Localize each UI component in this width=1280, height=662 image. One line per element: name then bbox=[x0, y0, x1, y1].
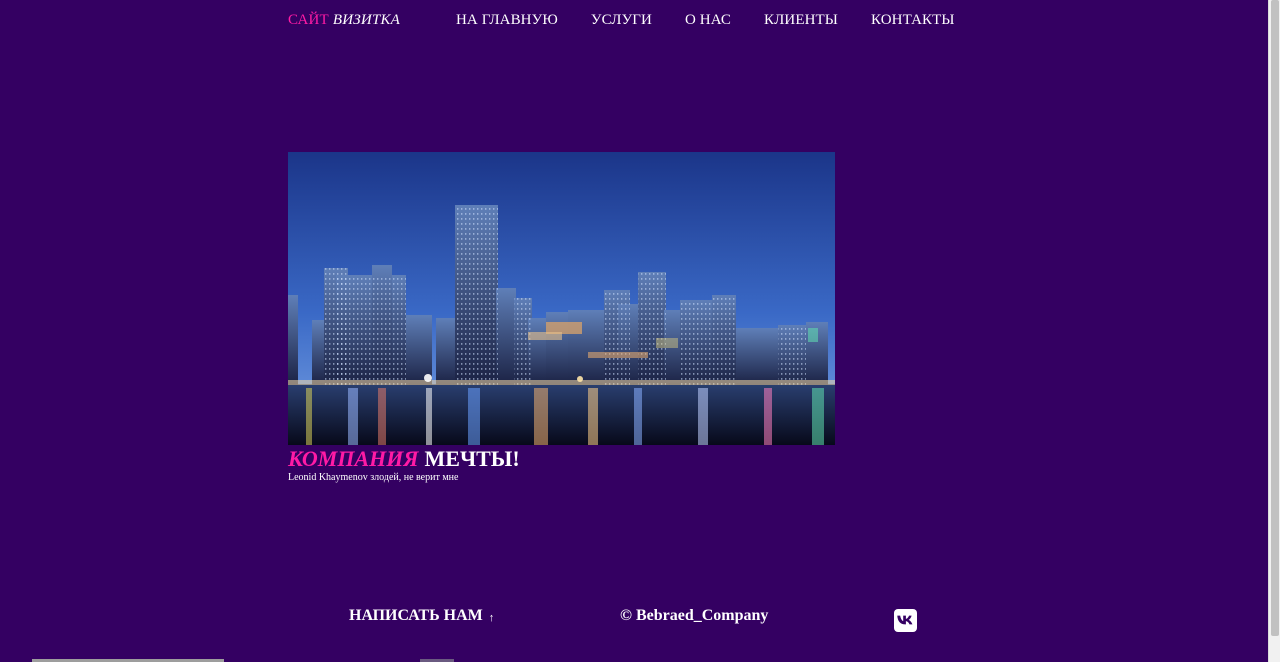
write-us-link[interactable]: НАПИСАТЬ НАМ ↑ bbox=[349, 607, 494, 625]
main-nav: НА ГЛАВНУЮ УСЛУГИ О НАС КЛИЕНТЫ КОНТАКТЫ bbox=[456, 12, 955, 29]
nav-item-contacts[interactable]: КОНТАКТЫ bbox=[871, 12, 955, 29]
hero-image bbox=[288, 152, 835, 445]
nav-item-clients[interactable]: КЛИЕНТЫ bbox=[764, 12, 838, 29]
city-skyline-image bbox=[288, 152, 835, 445]
vk-logo-glyph bbox=[897, 615, 913, 625]
site-logo[interactable]: САЙТ ВИЗИТКА bbox=[288, 12, 400, 29]
nav-item-services[interactable]: УСЛУГИ bbox=[591, 12, 652, 29]
vertical-scrollbar-thumb[interactable] bbox=[1271, 0, 1279, 636]
copyright: © Bebraed_Company bbox=[620, 607, 769, 624]
write-us-label: НАПИСАТЬ НАМ bbox=[349, 607, 483, 624]
vk-icon[interactable] bbox=[894, 609, 917, 632]
hero-title-accent: КОМПАНИЯ bbox=[288, 446, 419, 471]
logo-word-1: САЙТ bbox=[288, 12, 329, 28]
page: САЙТ ВИЗИТКА НА ГЛАВНУЮ УСЛУГИ О НАС КЛИЕ… bbox=[0, 0, 1280, 662]
vertical-scrollbar[interactable] bbox=[1268, 0, 1280, 662]
nav-item-about[interactable]: О НАС bbox=[685, 12, 731, 29]
hero-title: КОМПАНИЯ МЕЧТЫ! bbox=[288, 446, 520, 472]
hero-title-main: МЕЧТЫ! bbox=[424, 446, 520, 471]
arrow-up-icon: ↑ bbox=[488, 611, 495, 624]
logo-word-2: ВИЗИТКА bbox=[332, 12, 401, 28]
hero-subtitle: Leonid Khaymenov злодей, не верит мне bbox=[288, 472, 459, 483]
nav-item-home[interactable]: НА ГЛАВНУЮ bbox=[456, 12, 558, 29]
